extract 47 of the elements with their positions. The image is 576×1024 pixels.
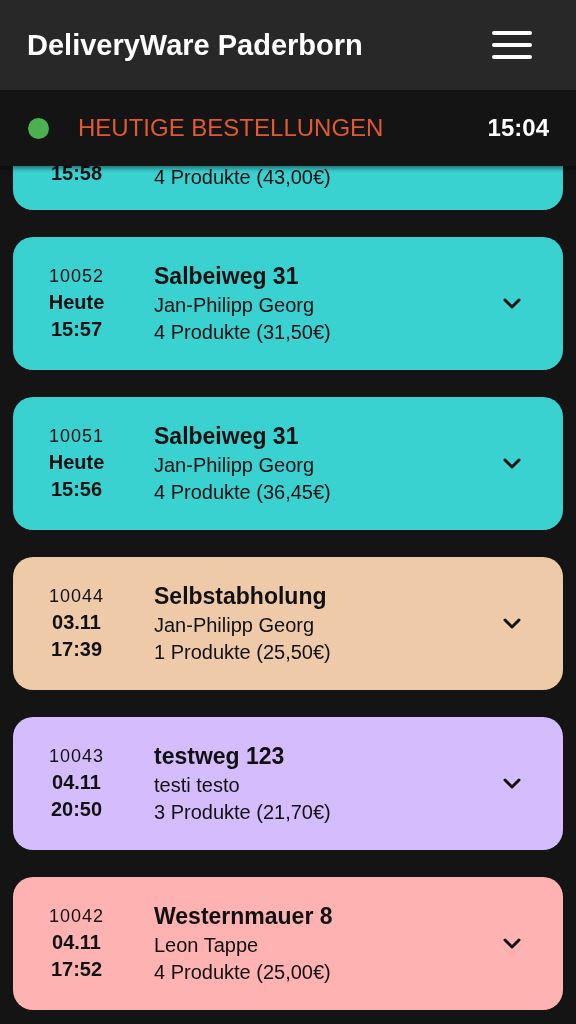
order-date: Heute [48,451,105,474]
order-address: Selbstabholung [154,583,328,610]
customer-name: Jan-Philipp Georg [154,614,316,637]
order-time: 20:50 [50,798,103,821]
order-date: 03.11 [52,611,101,634]
current-time: 15:04 [487,114,549,142]
order-card[interactable]: 15:58 4 Produkte (43,00€) [13,166,563,210]
order-date: 04.11 [52,931,101,954]
order-address: testweg 123 [154,743,286,770]
customer-name: testi testo [154,774,241,797]
order-number: 10052 [48,266,105,287]
chevron-down-icon[interactable] [503,458,521,469]
order-address: Salbeiweg 31 [154,423,300,450]
order-address: Westernmauer 8 [154,903,334,930]
order-card[interactable]: 10043 04.11 20:50 testweg 123 testi testo 3 Produkte (21,70€) [13,717,563,850]
order-products: 3 Produkte (21,70€) [154,801,332,824]
order-date: Heute [48,291,105,314]
order-card[interactable]: 10044 03.11 17:39 Selbstabholung Jan-Philipp Georg 1 Produkte (25,50€) [13,557,563,690]
customer-name: Jan-Philipp Georg [154,294,316,317]
section-title: HEUTIGE BESTELLUNGEN [78,114,385,142]
chevron-down-icon[interactable] [503,938,521,949]
order-date: 04.11 [52,771,101,794]
menu-icon[interactable] [492,30,532,60]
app-title: DeliveryWare Paderborn [27,28,363,62]
customer-name: Leon Tappe [154,934,260,957]
order-products: 4 Produkte (43,00€) [154,166,332,188]
order-products: 4 Produkte (36,45€) [154,481,332,504]
order-card[interactable]: 10052 Heute 15:57 Salbeiweg 31 Jan-Philipp Georg 4 Produkte (31,50€) [13,237,563,370]
order-time: 17:52 [50,958,103,981]
order-products: 4 Produkte (31,50€) [154,321,332,344]
order-time: 15:56 [50,478,103,501]
order-address: Salbeiweg 31 [154,263,300,290]
chevron-down-icon[interactable] [503,298,521,309]
order-number: 10044 [48,586,105,607]
chevron-down-icon[interactable] [503,778,521,789]
order-products: 4 Produkte (25,00€) [154,961,332,984]
order-time: 15:58 [50,166,103,180]
order-time: 15:57 [50,318,103,341]
order-products: 1 Produkte (25,50€) [154,641,332,664]
customer-name: Jan-Philipp Georg [154,454,316,477]
order-number: 10042 [48,906,105,927]
order-time: 17:39 [50,638,103,661]
order-number: 10051 [48,426,105,447]
order-number: 10043 [48,746,105,767]
order-card[interactable]: 10042 04.11 17:52 Westernmauer 8 Leon Tappe 4 Produkte (25,00€) [13,877,563,1010]
order-card[interactable]: 10051 Heute 15:56 Salbeiweg 31 Jan-Philipp Georg 4 Produkte (36,45€) [13,397,563,530]
chevron-down-icon[interactable] [503,618,521,629]
